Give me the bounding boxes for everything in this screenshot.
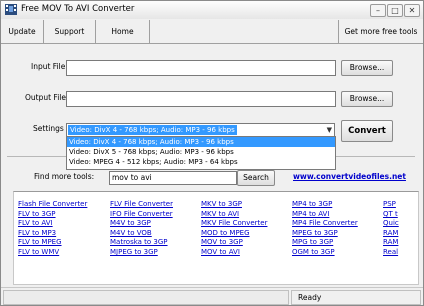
input-browse-button[interactable]: Browse... <box>341 60 393 76</box>
tool-link[interactable]: M4V to VOB <box>110 229 173 239</box>
status-bar: Ready <box>1 287 423 305</box>
settings-option[interactable]: Video: DivX 5 - 768 kbps; Audio: MP3 - 9… <box>67 147 335 157</box>
tool-link[interactable]: Quic <box>383 219 399 229</box>
settings-option[interactable]: Video: DivX 4 - 768 kbps; Audio: MP3 - 9… <box>67 137 335 147</box>
settings-selected-value: Video: DivX 4 - 768 kbps; Audio: MP3 - 9… <box>68 125 237 135</box>
tool-link[interactable]: MKV to AVI <box>201 210 267 220</box>
tool-link[interactable]: MKV to 3GP <box>201 200 267 210</box>
settings-option[interactable]: Video: MPEG 4 - 512 kbps; Audio: MP3 - 6… <box>67 157 335 167</box>
output-file-field[interactable] <box>66 91 336 107</box>
tool-link[interactable]: MOV to AVI <box>201 248 267 258</box>
menu-bar: Update Support Home Get more free tools <box>1 20 423 44</box>
tool-link[interactable]: FLV File Converter <box>110 200 173 210</box>
tool-link[interactable]: MP4 File Converter <box>292 219 358 229</box>
settings-dropdown[interactable]: Video: DivX 4 - 768 kbps; Audio: MP3 - 9… <box>66 123 335 137</box>
tool-link[interactable]: QT t <box>383 210 399 220</box>
tool-link[interactable]: FLV to MPEG <box>18 238 87 248</box>
tool-link[interactable]: RAM <box>383 229 399 239</box>
tool-link[interactable]: PSP <box>383 200 399 210</box>
links-column: MKV to 3GP MKV to AVI MKV File Converter… <box>201 200 267 258</box>
tool-link[interactable]: IFO File Converter <box>110 210 173 220</box>
tool-link[interactable]: FLV to AVI <box>18 219 87 229</box>
chevron-down-icon[interactable]: ▼ <box>327 125 332 135</box>
settings-label: Settings <box>33 124 64 133</box>
minimize-icon[interactable]: – <box>370 4 386 17</box>
menu-home-button[interactable]: Home <box>96 20 150 43</box>
links-column: FLV File Converter IFO File Converter M4… <box>110 200 173 258</box>
convert-button[interactable]: Convert <box>341 120 393 142</box>
close-icon[interactable]: ✕ <box>404 4 420 17</box>
menu-support-button[interactable]: Support <box>44 20 96 43</box>
tool-link[interactable]: MJPEG to 3GP <box>110 248 173 258</box>
tool-link[interactable]: MP4 to 3GP <box>292 200 358 210</box>
output-browse-button[interactable]: Browse... <box>341 91 393 107</box>
title-bar: Free MOV To AVI Converter – □ ✕ <box>1 1 423 19</box>
status-panel: Ready <box>291 290 421 305</box>
tool-link[interactable]: FLV to MP3 <box>18 229 87 239</box>
links-column: MP4 to 3GP MP4 to AVI MP4 File Converter… <box>292 200 358 258</box>
tool-link[interactable]: RAM <box>383 238 399 248</box>
links-column: Flash File Converter FLV to 3GP FLV to A… <box>18 200 87 258</box>
tools-links-panel: Flash File Converter FLV to 3GP FLV to A… <box>13 191 419 285</box>
input-file-field[interactable] <box>66 60 336 76</box>
tool-link[interactable]: MOV to 3GP <box>201 238 267 248</box>
output-file-label: Output File <box>25 93 66 102</box>
status-text: Ready <box>298 293 322 302</box>
find-tools-input[interactable]: mov to avi <box>109 171 237 185</box>
menu-update-button[interactable]: Update <box>1 20 44 43</box>
tool-link[interactable]: FLV to 3GP <box>18 210 87 220</box>
website-link[interactable]: www.convertvideofiles.net <box>293 172 406 181</box>
progress-bar <box>3 290 289 305</box>
window-title: Free MOV To AVI Converter <box>21 4 135 14</box>
app-window: Free MOV To AVI Converter – □ ✕ Update S… <box>0 0 424 306</box>
tool-link[interactable]: MPG to 3GP <box>292 238 358 248</box>
tool-link[interactable]: MKV File Converter <box>201 219 267 229</box>
maximize-icon[interactable]: □ <box>387 4 403 17</box>
input-file-label: Input File <box>31 62 66 71</box>
search-button[interactable]: Search <box>237 170 275 186</box>
tool-link[interactable]: MPEG to 3GP <box>292 229 358 239</box>
find-tools-label: Find more tools: <box>34 172 95 181</box>
get-more-tools-button[interactable]: Get more free tools <box>338 20 423 43</box>
links-column: PSP QT t Quic RAM RAM Real <box>383 200 399 258</box>
tool-link[interactable]: Real <box>383 248 399 258</box>
tool-link[interactable]: OGM to 3GP <box>292 248 358 258</box>
tool-link[interactable]: Matroska to 3GP <box>110 238 173 248</box>
settings-options-list: Video: DivX 4 - 768 kbps; Audio: MP3 - 9… <box>66 136 336 170</box>
app-film-icon <box>5 4 17 15</box>
tool-link[interactable]: FLV to WMV <box>18 248 87 258</box>
tool-link[interactable]: MP4 to AVI <box>292 210 358 220</box>
tool-link[interactable]: Flash File Converter <box>18 200 87 210</box>
tool-link[interactable]: MOD to MPEG <box>201 229 267 239</box>
tool-link[interactable]: M4V to 3GP <box>110 219 173 229</box>
